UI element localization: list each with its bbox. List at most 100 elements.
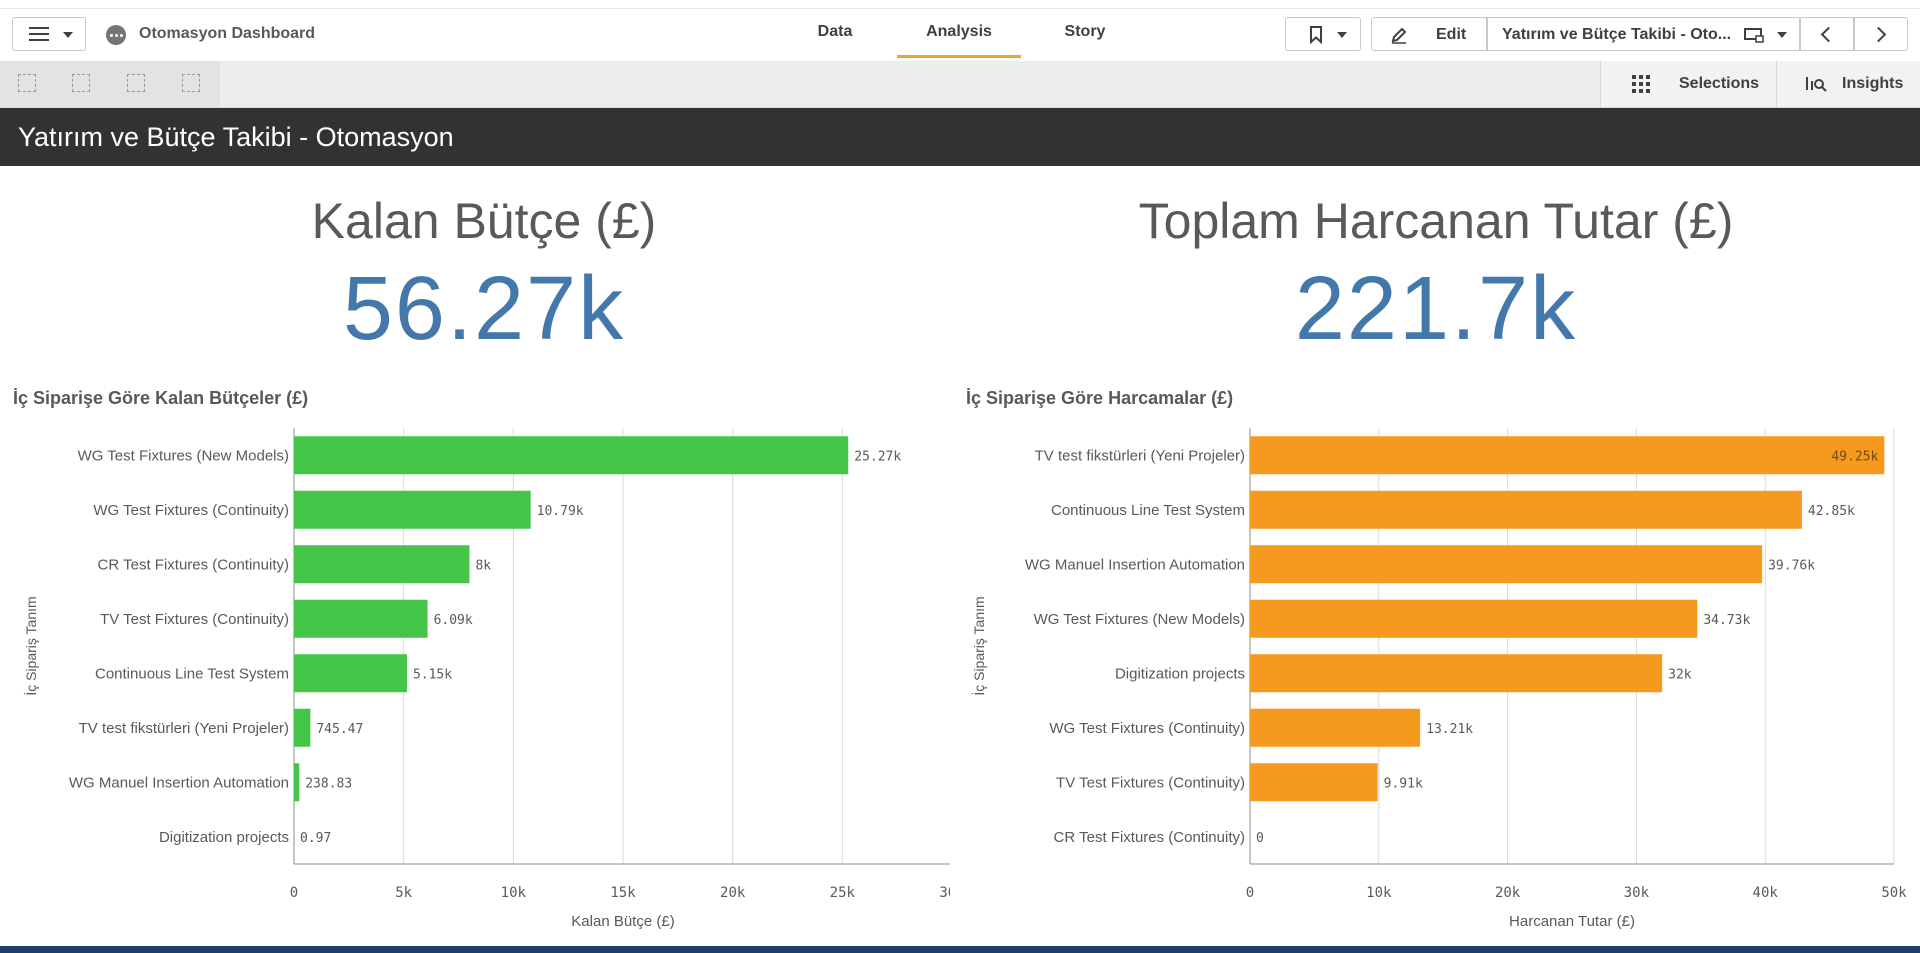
data-label: 5.15k [413,667,452,682]
selections-label: Selections [1679,75,1760,92]
data-label: 0 [1256,831,1264,846]
bookmark-icon [1310,26,1322,44]
x-tick-label: 30k [939,885,950,901]
chevron-down-icon [63,32,73,38]
bottom-strip [0,946,1920,953]
app-title[interactable]: Otomasyon Dashboard [139,25,315,43]
x-tick-label: 10k [501,885,527,901]
data-label: 0.97 [300,831,331,846]
insights-button[interactable]: Insights [1777,61,1920,107]
category-label: WG Test Fixtures (Continuity) [93,502,289,519]
insights-label: Insights [1842,75,1904,92]
bar [294,436,849,475]
x-tick-label: 0 [1246,885,1254,901]
chart-svg: 0 5k 10k 15k 20k 25k 30k WG Test Fixtures (New … [22,428,950,930]
category-label: Continuous Line Test System [1051,502,1245,519]
sheet-title-bar: Yatırım ve Bütçe Takibi - Otomasyon [0,108,1920,166]
data-label: 13.21k [1426,722,1473,737]
bar [1250,708,1421,747]
kpi-remaining-budget-value[interactable]: 56.27k [134,258,834,361]
x-tick-label: 30k [1624,885,1650,901]
tab-story[interactable]: Story [1050,23,1120,41]
smart-search-icon[interactable] [18,74,36,92]
x-tick-label: 40k [1753,885,1779,901]
tab-data[interactable]: Data [800,23,870,41]
category-label: WG Test Fixtures (New Models) [1034,611,1245,628]
data-label: 745.47 [316,722,363,737]
x-tick-label: 20k [720,885,746,901]
bar [294,490,531,529]
bar [1250,599,1698,638]
bar [294,708,311,747]
data-label: 32k [1668,667,1692,682]
x-tick-label: 25k [830,885,856,901]
data-label: 25.27k [854,449,901,464]
category-label: WG Test Fixtures (New Models) [78,447,289,464]
category-label: Digitization projects [159,829,289,846]
data-label: 238.83 [305,776,352,791]
bar [1250,763,1378,802]
bar [1250,436,1885,475]
x-axis-title: Harcanan Tutar (£) [1509,913,1635,930]
sheet-selector[interactable]: Yatırım ve Bütçe Takibi - Oto... [1487,17,1800,51]
chevron-left-icon [1820,26,1837,43]
category-label: WG Manuel Insertion Automation [1025,556,1245,573]
category-label: WG Test Fixtures (Continuity) [1049,720,1245,737]
category-label: TV Test Fixtures (Continuity) [1056,774,1245,791]
navigation-menu-button[interactable] [12,17,86,51]
category-label: TV Test Fixtures (Continuity) [100,611,289,628]
category-label: TV test fikstürleri (Yeni Projeler) [79,720,289,737]
sheet-selector-value: Yatırım ve Bütçe Takibi - Oto... [1502,26,1732,43]
data-label: 34.73k [1703,613,1750,628]
data-label: 6.09k [434,613,473,628]
hamburger-icon [29,27,49,41]
kpi-total-spent-value[interactable]: 221.7k [1086,258,1786,361]
selections-button[interactable]: Selections [1601,61,1777,107]
category-label: TV test fikstürleri (Yeni Projeler) [1035,447,1245,464]
bar [294,599,428,638]
data-label: 9.91k [1384,776,1423,791]
data-label: 49.25k [1831,449,1878,464]
previous-sheet-button[interactable] [1800,17,1854,51]
selections-toolbar: Selections Insights [0,61,1920,108]
chart-remaining-budget[interactable]: 0 5k 10k 15k 20k 25k 30k WG Test Fixtures (New … [0,416,950,936]
data-label: 10.79k [537,504,584,519]
kpi-remaining-budget-title: Kalan Bütçe (£) [311,193,657,249]
bar [1250,654,1663,693]
x-tick-label: 15k [610,885,636,901]
chart-svg: 0 10k 20k 30k 40k 50k TV test fikstürleri (Yen… [970,428,1906,930]
step-back-icon[interactable] [72,74,90,92]
sheet-icon [1744,28,1764,43]
bar [294,763,300,802]
chevron-right-icon [1870,26,1887,43]
toolbar-right: Selections Insights [1600,61,1920,107]
bar [1250,490,1802,529]
x-tick-label: 10k [1366,885,1392,901]
pencil-icon [1391,27,1407,44]
category-label: Digitization projects [1115,665,1245,682]
chevron-down-icon [1777,32,1787,38]
x-tick-label: 0 [290,885,298,901]
app-icon [106,25,126,45]
category-label: CR Test Fixtures (Continuity) [98,556,289,573]
top-navigation-bar: Otomasyon Dashboard Data Analysis Story … [0,8,1920,62]
data-label: 42.85k [1808,504,1855,519]
next-sheet-button[interactable] [1854,17,1908,51]
chart-spending[interactable]: 0 10k 20k 30k 40k 50k TV test fikstürleri (Yen… [956,416,1906,936]
edit-button[interactable]: Edit [1371,17,1487,51]
x-tick-label: 50k [1881,885,1906,901]
insights-icon [1806,77,1827,92]
kpi-total-spent-title: Toplam Harcanan Tutar (£) [1138,193,1734,249]
data-label: 8k [475,558,491,573]
tab-analysis[interactable]: Analysis [897,23,1021,41]
chart-spending-title: İç Siparişe Göre Harcamalar (£) [966,388,1234,408]
bar [1250,545,1763,584]
step-forward-icon[interactable] [127,74,145,92]
bar [294,654,407,693]
bookmarks-button[interactable] [1285,17,1361,51]
clear-selections-icon[interactable] [182,74,200,92]
x-axis-title: Kalan Bütçe (£) [571,913,674,930]
edit-label: Edit [1436,26,1467,43]
x-tick-label: 5k [395,885,412,901]
active-tab-indicator [897,55,1021,58]
